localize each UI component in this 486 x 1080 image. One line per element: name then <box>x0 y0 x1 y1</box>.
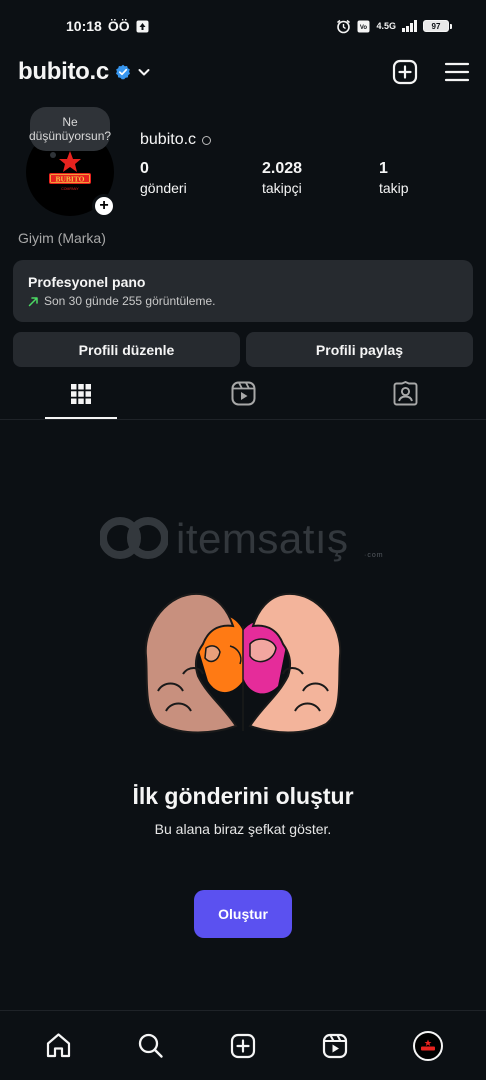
home-icon <box>46 1033 70 1058</box>
bottom-navigation <box>0 1010 486 1080</box>
tab-reels[interactable] <box>162 368 324 419</box>
chevron-down-icon[interactable] <box>137 65 151 79</box>
search-icon <box>138 1033 163 1058</box>
watermark-text: itemsatış <box>176 515 349 562</box>
network-type: 4.5G <box>376 21 396 31</box>
watermark-logo-icon <box>100 517 168 559</box>
professional-dashboard[interactable]: Profesyonel pano Son 30 günde 255 görünt… <box>13 260 473 322</box>
profile-name: bubito.c <box>140 131 197 148</box>
nav-reels[interactable] <box>311 1022 359 1070</box>
note-bubble-tail <box>50 152 56 158</box>
note-bubble[interactable]: Ne düşünüyorsun? <box>29 107 111 151</box>
stat-posts[interactable]: 0 gönderi <box>140 160 187 196</box>
threads-icon[interactable] <box>202 135 212 145</box>
clock: 10:18 <box>66 18 102 34</box>
empty-state-subtitle: Bu alana biraz şefkat göster. <box>154 821 332 837</box>
following-count: 1 <box>379 160 388 177</box>
verified-badge-icon <box>115 64 130 80</box>
posts-count: 0 <box>140 160 149 177</box>
profile-category: Giyim (Marka) <box>18 230 106 246</box>
dashboard-title: Profesyonel pano <box>28 274 146 290</box>
posts-label: gönderi <box>140 180 187 196</box>
add-story-button[interactable]: + <box>92 194 116 218</box>
tab-tagged[interactable] <box>324 368 486 419</box>
stat-following[interactable]: 1 takip <box>379 160 409 196</box>
edit-profile-button[interactable]: Profili düzenle <box>13 332 240 367</box>
battery-icon: 97 <box>423 20 452 32</box>
logo-text: BUBITO <box>55 175 84 184</box>
status-bar: 10:18 ÖÖ Vo 4.5G 97 <box>0 0 486 52</box>
nav-profile[interactable] <box>404 1022 452 1070</box>
followers-count: 2.028 <box>262 160 303 177</box>
following-label: takip <box>379 180 409 196</box>
trend-up-icon <box>28 296 38 306</box>
logo-subtext: COMPANY <box>61 187 79 191</box>
notification-icon <box>136 20 149 32</box>
reels-nav-icon <box>323 1033 348 1058</box>
nav-search[interactable] <box>127 1022 175 1070</box>
signal-icon <box>402 20 417 32</box>
header-actions <box>392 59 470 85</box>
heart-hands-illustration <box>144 592 342 734</box>
create-post-button[interactable]: Oluştur <box>194 890 292 938</box>
profile-tabs <box>0 368 486 420</box>
watermark-subtext: ·com <box>364 552 384 559</box>
profile-name-row: bubito.c <box>140 131 212 149</box>
nav-create[interactable] <box>219 1022 267 1070</box>
stat-followers[interactable]: 2.028 takipçi <box>262 160 302 196</box>
tab-grid[interactable] <box>0 368 162 419</box>
volte-icon: Vo <box>357 20 370 32</box>
grid-icon <box>71 383 91 404</box>
add-post-icon <box>230 1033 256 1058</box>
account-switcher[interactable]: bubito.c <box>18 58 151 86</box>
reels-icon <box>231 381 255 406</box>
header-username[interactable]: bubito.c <box>18 58 109 86</box>
status-left: 10:18 ÖÖ <box>66 18 149 34</box>
dashboard-subtitle-row: Son 30 günde 255 görüntüleme. <box>28 294 458 308</box>
dashboard-subtitle: Son 30 günde 255 görüntüleme. <box>44 294 216 308</box>
create-post-icon[interactable] <box>392 59 418 85</box>
profile-header: bubito.c <box>0 52 486 92</box>
empty-state-title: İlk gönderini oluştur <box>132 783 354 809</box>
watermark: itemsatış <box>100 515 349 563</box>
svg-text:Vo: Vo <box>360 25 368 31</box>
share-profile-button[interactable]: Profili paylaş <box>246 332 473 367</box>
brand-logo: BUBITO COMPANY <box>49 151 91 191</box>
battery-level: 97 <box>423 20 449 32</box>
nav-home[interactable] <box>34 1022 82 1070</box>
tagged-icon <box>393 381 417 406</box>
alarm-icon <box>337 19 351 33</box>
profile-avatar-icon <box>412 1030 443 1061</box>
followers-label: takipçi <box>262 180 302 196</box>
status-right: Vo 4.5G 97 <box>336 19 452 34</box>
mini-logo-icon <box>420 1039 435 1050</box>
carrier-label: ÖÖ <box>107 18 130 34</box>
menu-icon[interactable] <box>444 59 470 85</box>
